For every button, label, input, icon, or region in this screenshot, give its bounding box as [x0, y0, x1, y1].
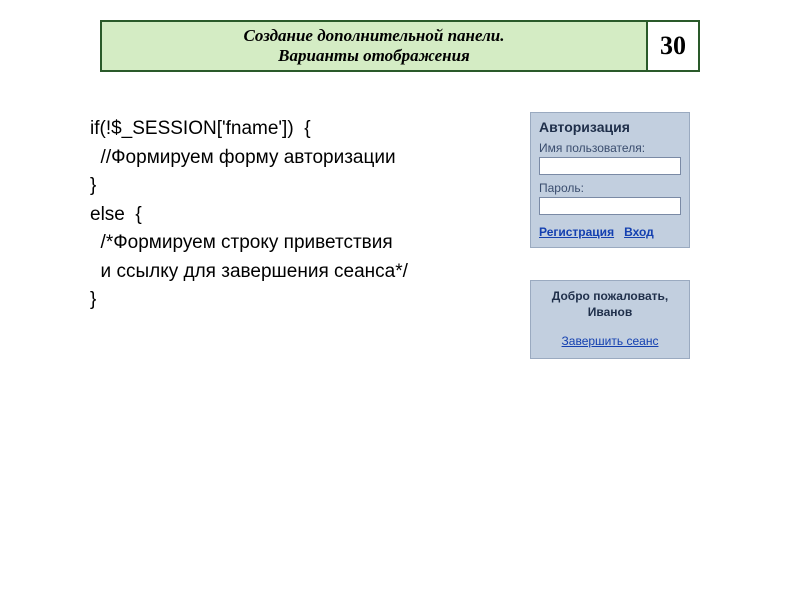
username-input[interactable] — [539, 157, 681, 175]
code-line: } — [90, 286, 408, 315]
code-line: и ссылку для завершения сеанса*/ — [90, 258, 408, 287]
code-line: if(!$_SESSION['fname']) { — [90, 115, 408, 144]
welcome-text: Добро пожаловать, Иванов — [537, 289, 683, 320]
welcome-line-1: Добро пожаловать, — [552, 289, 668, 303]
code-line: //Формируем форму авторизации — [90, 144, 408, 173]
title-line-1: Создание дополнительной панели. — [243, 26, 504, 46]
welcome-line-2: Иванов — [588, 305, 632, 319]
code-snippet: if(!$_SESSION['fname']) { //Формируем фо… — [90, 115, 408, 315]
logout-link[interactable]: Завершить сеанс — [537, 334, 683, 348]
auth-form-panel: Авторизация Имя пользователя: Пароль: Ре… — [530, 112, 690, 248]
code-line: } — [90, 172, 408, 201]
code-line: /*Формируем строку приветствия — [90, 229, 408, 258]
title-line-2: Варианты отображения — [278, 46, 470, 66]
auth-title: Авторизация — [531, 113, 689, 139]
slide-header: Создание дополнительной панели. Варианты… — [100, 20, 700, 72]
register-link[interactable]: Регистрация — [539, 225, 614, 239]
password-input[interactable] — [539, 197, 681, 215]
username-label: Имя пользователя: — [531, 139, 689, 155]
password-label: Пароль: — [531, 179, 689, 195]
code-line: else { — [90, 201, 408, 230]
login-link[interactable]: Вход — [624, 225, 654, 239]
slide-number: 30 — [648, 20, 700, 72]
welcome-panel: Добро пожаловать, Иванов Завершить сеанс — [530, 280, 690, 359]
slide-title: Создание дополнительной панели. Варианты… — [100, 20, 648, 72]
auth-links-row: Регистрация Вход — [531, 219, 689, 247]
